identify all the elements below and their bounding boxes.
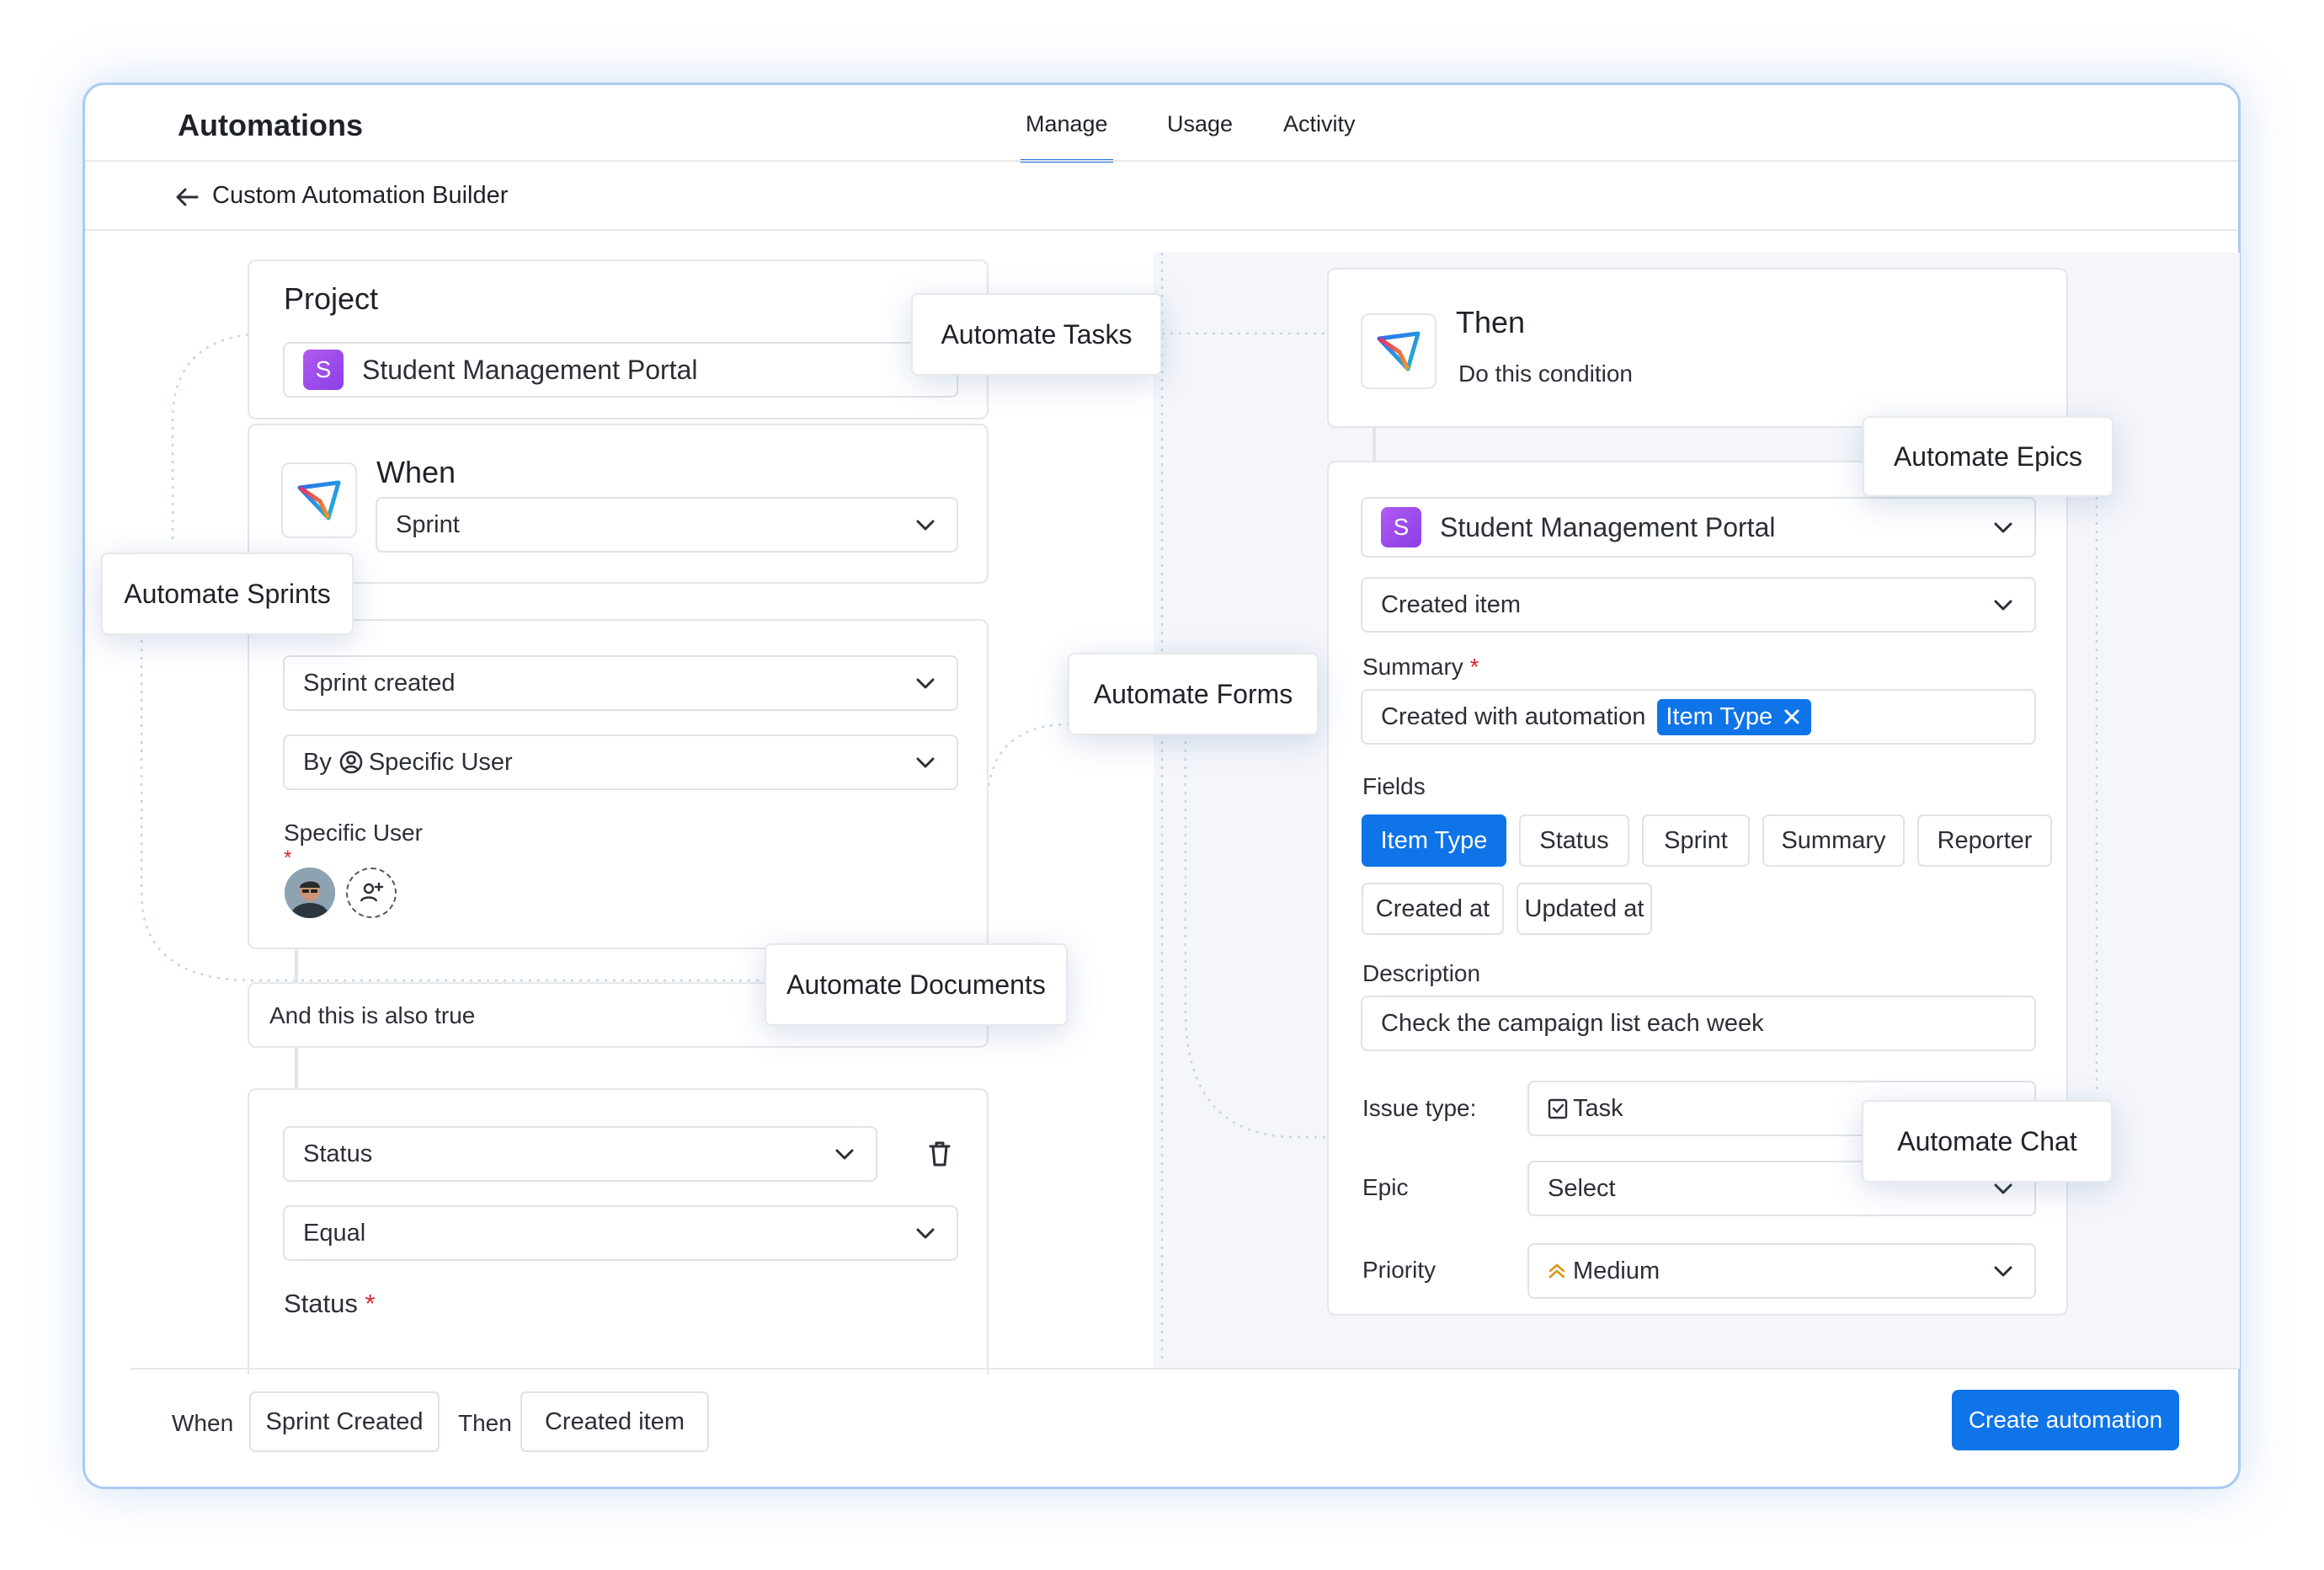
paper-plane-icon <box>1377 331 1421 371</box>
then-subtitle: Do this condition <box>1458 360 1634 387</box>
and-also-true-label: And this is also true <box>269 1002 476 1028</box>
action-project-selector[interactable]: S Student Management Portal <box>1361 497 2036 558</box>
chevron-down-icon <box>1994 1266 2012 1277</box>
then-title: Then <box>1456 305 1526 339</box>
project-name: Student Management Portal <box>1440 511 1776 542</box>
required-asterisk: * <box>284 846 292 869</box>
create-automation-button[interactable]: Create automation <box>1952 1390 2179 1450</box>
project-badge: S <box>1381 507 1421 547</box>
footer-then-value: Created item <box>520 1391 709 1452</box>
field-chip-summary[interactable]: Summary <box>1762 814 1905 867</box>
callout-automate-documents: Automate Documents <box>765 943 1068 1026</box>
footer-when-value: Sprint Created <box>249 1391 440 1452</box>
add-user-button[interactable] <box>346 868 397 918</box>
fields-label: Fields <box>1362 773 1426 799</box>
issue-type-label: Issue type: <box>1362 1095 1477 1121</box>
project-badge: S <box>303 350 344 390</box>
then-card <box>1327 268 2068 428</box>
user-circle-icon <box>339 750 363 774</box>
priority-medium-icon <box>1548 1263 1565 1279</box>
description-input[interactable]: Check the campaign list each week <box>1361 996 2036 1051</box>
flow-connector <box>1373 428 1376 462</box>
priority-label: Priority <box>1362 1257 1437 1283</box>
delete-condition-button[interactable] <box>923 1137 957 1171</box>
description-label: Description <box>1362 960 1481 986</box>
when-select[interactable]: Sprint <box>376 497 958 553</box>
trigger-select[interactable]: Sprint created <box>283 655 958 711</box>
callout-automate-sprints: Automate Sprints <box>101 553 354 635</box>
operator-select[interactable]: Equal <box>283 1205 958 1261</box>
summary-input[interactable]: Created with automation Item Type <box>1361 689 2036 745</box>
field-chip-status[interactable]: Status <box>1519 814 1629 867</box>
field-chip-reporter[interactable]: Reporter <box>1917 814 2052 867</box>
flow-connector <box>295 949 298 983</box>
specific-user-label: Specific User <box>284 820 423 846</box>
by-user: Specific User <box>368 748 513 776</box>
project-selector[interactable]: S Student Management Portal <box>283 342 958 398</box>
chevron-down-icon <box>916 520 935 531</box>
summary-text: Created with automation <box>1381 702 1646 730</box>
callout-automate-epics: Automate Epics <box>1863 416 2113 497</box>
status-label: Status * <box>284 1289 376 1318</box>
priority-select[interactable]: Medium <box>1527 1243 2036 1299</box>
trash-icon <box>929 1141 951 1167</box>
chevron-down-icon <box>835 1149 854 1160</box>
summary-label: Summary * <box>1362 654 1479 680</box>
epic-label: Epic <box>1362 1174 1409 1200</box>
by-user-select[interactable]: By Specific User <box>283 734 958 790</box>
summary-token[interactable]: Item Type <box>1657 698 1812 735</box>
chevron-down-icon <box>1994 600 2012 611</box>
project-name: Student Management Portal <box>362 354 698 385</box>
action-select[interactable]: Created item <box>1361 577 2036 633</box>
when-title: When <box>376 455 456 489</box>
close-icon[interactable] <box>1781 706 1803 728</box>
footer-when-label: When <box>172 1410 234 1436</box>
chevron-down-icon <box>1994 522 2012 533</box>
avatar[interactable] <box>285 868 335 918</box>
app-logo <box>281 462 357 538</box>
field-chip-updated-at[interactable]: Updated at <box>1516 883 1652 935</box>
app-logo <box>1361 313 1437 389</box>
task-check-icon <box>1548 1098 1568 1119</box>
field-chip-item-type[interactable]: Item Type <box>1362 814 1506 867</box>
condition-field-select[interactable]: Status <box>283 1126 877 1182</box>
field-chip-created-at[interactable]: Created at <box>1362 883 1504 935</box>
project-title: Project <box>284 281 379 316</box>
footer-divider <box>131 1368 2238 1370</box>
footer-then-label: Then <box>458 1410 512 1436</box>
chevron-down-icon <box>916 678 935 689</box>
field-chip-sprint[interactable]: Sprint <box>1642 814 1750 867</box>
paper-plane-icon <box>297 480 341 521</box>
callout-automate-forms: Automate Forms <box>1068 653 1319 735</box>
chevron-down-icon <box>916 757 935 768</box>
flow-connector <box>295 1048 298 1090</box>
by-prefix: By <box>303 748 332 776</box>
chevron-down-icon <box>916 1228 935 1239</box>
add-user-icon <box>360 882 384 902</box>
callout-automate-chat: Automate Chat <box>1862 1100 2113 1183</box>
callout-automate-tasks: Automate Tasks <box>911 293 1162 376</box>
